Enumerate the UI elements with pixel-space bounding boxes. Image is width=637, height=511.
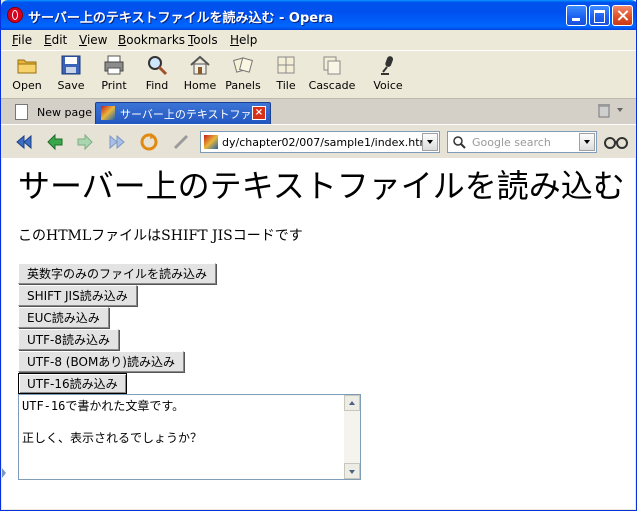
menu-help[interactable]: Help [230,33,257,47]
title-bar[interactable]: サーバー上のテキストファイルを読み込む - Opera [1,0,636,30]
tab-new-page[interactable]: New page [7,102,92,124]
reload-icon[interactable] [139,132,159,152]
open-button[interactable]: Open [3,54,51,92]
trash-dropdown-icon[interactable] [617,108,623,112]
url-dropdown-button[interactable] [422,133,438,151]
window-title: サーバー上のテキストファイルを読み込む - Opera [28,11,334,26]
main-toolbar: Open Save Print Find Home Panels Tile Ca… [1,50,636,96]
tab-active-label: サーバー上のテキストファイ... [120,108,250,121]
tab-new-page-label: New page [37,106,92,119]
fast-forward-icon[interactable] [107,132,127,152]
tile-button[interactable]: Tile [262,54,310,92]
floppy-icon [61,55,81,75]
printer-icon [104,55,124,75]
search-dropdown-button[interactable] [579,133,595,151]
search-placeholder: Google search [472,136,551,149]
address-field[interactable]: dy/chapter02/007/sample1/index.html [200,131,440,153]
opera-logo-icon[interactable] [7,7,23,23]
cascade-icon [323,56,341,75]
folder-icon [17,59,37,74]
home-button[interactable]: Home [176,54,224,92]
magnifier-icon [148,56,168,76]
save-button[interactable]: Save [47,54,95,92]
microphone-icon [381,56,394,75]
address-bar: dy/chapter02/007/sample1/index.html Goog… [1,124,636,158]
page-content: サーバー上のテキストファイルを読み込む このHTMLファイルはSHIFT JIS… [2,158,635,509]
back-arrow-icon[interactable] [45,132,65,152]
url-text[interactable]: dy/chapter02/007/sample1/index.html [222,136,422,149]
house-icon [190,55,210,75]
page-title: サーバー上のテキストファイルを読み込む [18,167,625,205]
result-textarea[interactable]: UTF-16で書かれた文章です。 正しく、表示されるでしょうか？ [18,394,361,480]
url-favicon-icon [204,135,218,149]
menu-file[interactable]: File [12,33,32,47]
menu-bar: File Edit View Bookmarks Tools Help [1,30,636,50]
glasses-icon[interactable] [603,132,629,152]
menu-view[interactable]: View [79,33,107,47]
close-button[interactable] [612,5,633,26]
scroll-up-icon[interactable] [344,395,360,411]
find-button[interactable]: Find [133,54,181,92]
trash-icon[interactable] [598,103,610,118]
panels-icon [233,57,253,73]
maximize-button[interactable] [589,5,610,26]
menu-edit[interactable]: Edit [44,33,67,47]
menu-tools[interactable]: Tools [188,33,218,47]
rewind-icon[interactable] [14,132,34,152]
tab-close-icon[interactable]: × [252,106,266,120]
textarea-scrollbar[interactable] [344,395,360,479]
panels-button[interactable]: Panels [219,54,267,92]
scroll-down-icon[interactable] [344,463,360,479]
tab-bar: New page サーバー上のテキストファイ... × [1,98,636,124]
load-euc-button[interactable]: EUC読み込み [18,307,109,328]
menu-bookmarks[interactable]: Bookmarks [118,33,185,47]
page-description: このHTMLファイルはSHIFT JISコードです [18,228,303,244]
voice-button[interactable]: Voice [364,54,412,92]
load-button-list: 英数字のみのファイルを読み込み SHIFT JIS読み込み EUC読み込み UT… [18,263,217,395]
load-utf16-button[interactable]: UTF-16読み込み [18,373,127,394]
tile-icon [277,56,295,74]
edit-pen-icon[interactable] [171,132,191,152]
load-utf8-bom-button[interactable]: UTF-8 (BOMあり)読み込み [18,351,184,372]
minimize-button[interactable] [566,5,587,26]
panel-toggle-icon[interactable] [2,468,6,478]
search-icon [453,136,466,149]
search-field[interactable]: Google search [447,131,597,153]
cascade-button[interactable]: Cascade [308,54,356,92]
site-favicon-icon [101,106,115,120]
forward-arrow-icon[interactable] [75,132,95,152]
new-page-icon [15,104,28,120]
load-utf8-button[interactable]: UTF-8読み込み [18,329,119,350]
tab-active-page[interactable]: サーバー上のテキストファイ... × [95,102,271,124]
load-ascii-button[interactable]: 英数字のみのファイルを読み込み [18,263,217,284]
browser-window: サーバー上のテキストファイルを読み込む - Opera File Edit Vi… [0,0,637,511]
load-shiftjis-button[interactable]: SHIFT JIS読み込み [18,285,137,306]
print-button[interactable]: Print [90,54,138,92]
